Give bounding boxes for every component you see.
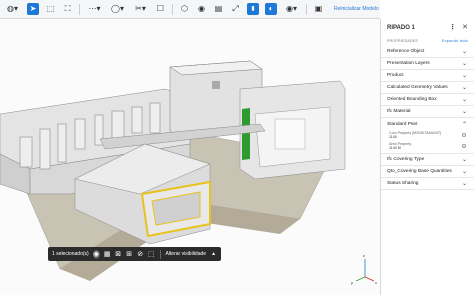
clip-tool-icon[interactable]: ✂▾ xyxy=(132,4,149,15)
section-calculated-geometry[interactable]: Calculated Geometry Values ⌄ xyxy=(381,82,474,94)
select-pointer-icon[interactable]: ➤ xyxy=(27,3,39,15)
axis-y-label: y xyxy=(351,280,353,285)
section-presentation-layers[interactable]: Presentation Layers ⌄ xyxy=(381,58,474,70)
section-label: Calculated Geometry Values xyxy=(387,85,448,90)
section-status-sharing[interactable]: Status Sharing ⌄ xyxy=(381,178,474,190)
more-options-icon[interactable]: ⋮ xyxy=(449,23,456,31)
isolate-icon[interactable]: ◉ xyxy=(92,249,100,259)
chevron-down-icon: ⌄ xyxy=(461,73,467,79)
properties-panel: RIPADO 1 ⋮ ✕ PROPRIEDADES Expandir tudo … xyxy=(380,19,474,295)
measure-icon[interactable]: ⋯▾ xyxy=(86,4,103,15)
chevron-down-icon: ⌄ xyxy=(461,49,467,55)
chevron-down-icon: ⌄ xyxy=(461,157,467,163)
eye-icon[interactable]: ◉▾ xyxy=(283,4,300,15)
expand-all-link[interactable]: Expandir tudo xyxy=(442,39,468,43)
toolbar-divider xyxy=(306,3,307,15)
main-toolbar: ◍▾ ➤ ⬚ ⛶ ⋯▾ ◯▾ ✂▾ ☐ ⬡ ◉ ▤ ⤢ ▮ ◐ ◉▾ ▣ Rei… xyxy=(0,0,380,19)
property-info-icon[interactable] xyxy=(462,144,466,148)
tower-window xyxy=(212,81,220,89)
selection-count: 1 selecionado(s) xyxy=(52,251,89,257)
cube-icon[interactable]: ⬡ xyxy=(179,4,190,15)
properties-header: PROPRIEDADES Expandir tudo xyxy=(381,36,474,46)
box-select-icon[interactable]: ⬚ xyxy=(45,4,56,15)
section-ifc-material[interactable]: Ifc Material ⌄ xyxy=(381,106,474,118)
document-icon[interactable]: ▤ xyxy=(213,4,224,15)
panel-header: RIPADO 1 ⋮ ✕ xyxy=(381,19,474,36)
section-label: Product xyxy=(387,73,404,78)
section-label: Ifc Covering Type xyxy=(387,157,425,162)
selection-bar: 1 selecionado(s) ◉ ▦ ⊠ ⊞ ⊘ ⬚ Alterar vis… xyxy=(48,247,221,261)
selection-bar-divider xyxy=(159,249,161,259)
panel-title: RIPADO 1 xyxy=(387,24,415,31)
chevron-down-icon: ⌄ xyxy=(461,97,467,103)
properties-label: PROPRIEDADES xyxy=(387,39,418,43)
axis-z-label: z xyxy=(363,253,365,258)
section-label: Standard Pset xyxy=(387,121,418,127)
axis-gizmo[interactable]: z x y xyxy=(351,253,377,285)
section-oriented-bounding-box[interactable]: Oriented Bounding Box ⌄ xyxy=(381,94,474,106)
property-row: Area Property 1140 M xyxy=(381,141,474,154)
chevron-up-icon[interactable]: ▲ xyxy=(210,250,217,259)
section-reference-object[interactable]: Reference Object ⌄ xyxy=(381,46,474,58)
close-icon[interactable]: ✕ xyxy=(462,23,468,31)
annotation-icon[interactable]: ☐ xyxy=(155,4,166,15)
fit-icon[interactable]: ⤢ xyxy=(230,4,241,15)
section-label: Qto_Covering Base Quantities xyxy=(387,169,452,174)
section-product[interactable]: Product ⌄ xyxy=(381,70,474,82)
section-ellipse-icon[interactable]: ◯▾ xyxy=(109,4,126,15)
toolbar-divider xyxy=(172,3,173,15)
axis-x-label: x xyxy=(375,280,377,285)
section-qto-covering[interactable]: Qto_Covering Base Quantities ⌄ xyxy=(381,166,474,178)
chevron-down-icon: ⌄ xyxy=(461,61,467,67)
section-label: Status Sharing xyxy=(387,181,419,186)
chevron-down-icon: ⌄ xyxy=(461,85,467,91)
show-all-icon[interactable]: ⊞ xyxy=(126,250,133,259)
save-icon[interactable]: ▣ xyxy=(313,4,324,15)
section-label: Reference Object xyxy=(387,49,425,54)
section-label: Presentation Layers xyxy=(387,61,430,66)
toolbar-divider xyxy=(79,3,80,15)
section-standard-pset[interactable]: Standard Pset ⌃ xyxy=(381,118,474,130)
section-ifc-covering-type[interactable]: Ifc Covering Type ⌄ xyxy=(381,154,474,166)
section-label: Oriented Bounding Box xyxy=(387,97,437,102)
chevron-down-icon: ⌄ xyxy=(461,109,467,115)
visibility-icon[interactable]: ◐ xyxy=(265,3,277,15)
section-label: Ifc Material xyxy=(387,109,411,114)
fit-selection-icon[interactable]: ⊠ xyxy=(115,250,122,259)
navigate-icon[interactable]: ◍▾ xyxy=(4,4,21,15)
chevron-down-icon: ⌄ xyxy=(461,181,467,187)
chevron-up-icon: ⌃ xyxy=(461,121,467,128)
property-info-icon[interactable] xyxy=(462,133,466,137)
frame-icon[interactable]: ⛶ xyxy=(62,4,73,15)
camera-icon[interactable]: ◉ xyxy=(196,4,207,15)
ghost-icon[interactable]: ⬚ xyxy=(148,250,155,259)
chevron-down-icon: ⌄ xyxy=(461,169,467,175)
change-visibility-button[interactable]: Alterar visibilidade xyxy=(165,251,206,257)
green-highlight-element[interactable] xyxy=(242,108,250,160)
property-row: Com Property [M2NDITAMUNIT] 1140 xyxy=(381,130,474,141)
reset-model-link[interactable]: Reinicializar Modelo xyxy=(334,6,379,12)
right-room-interior xyxy=(274,118,306,150)
hide-eye-icon[interactable]: ⊘ xyxy=(137,250,144,259)
hide-icon[interactable]: ▦ xyxy=(104,250,111,259)
lock-icon[interactable]: ▮ xyxy=(247,3,259,15)
